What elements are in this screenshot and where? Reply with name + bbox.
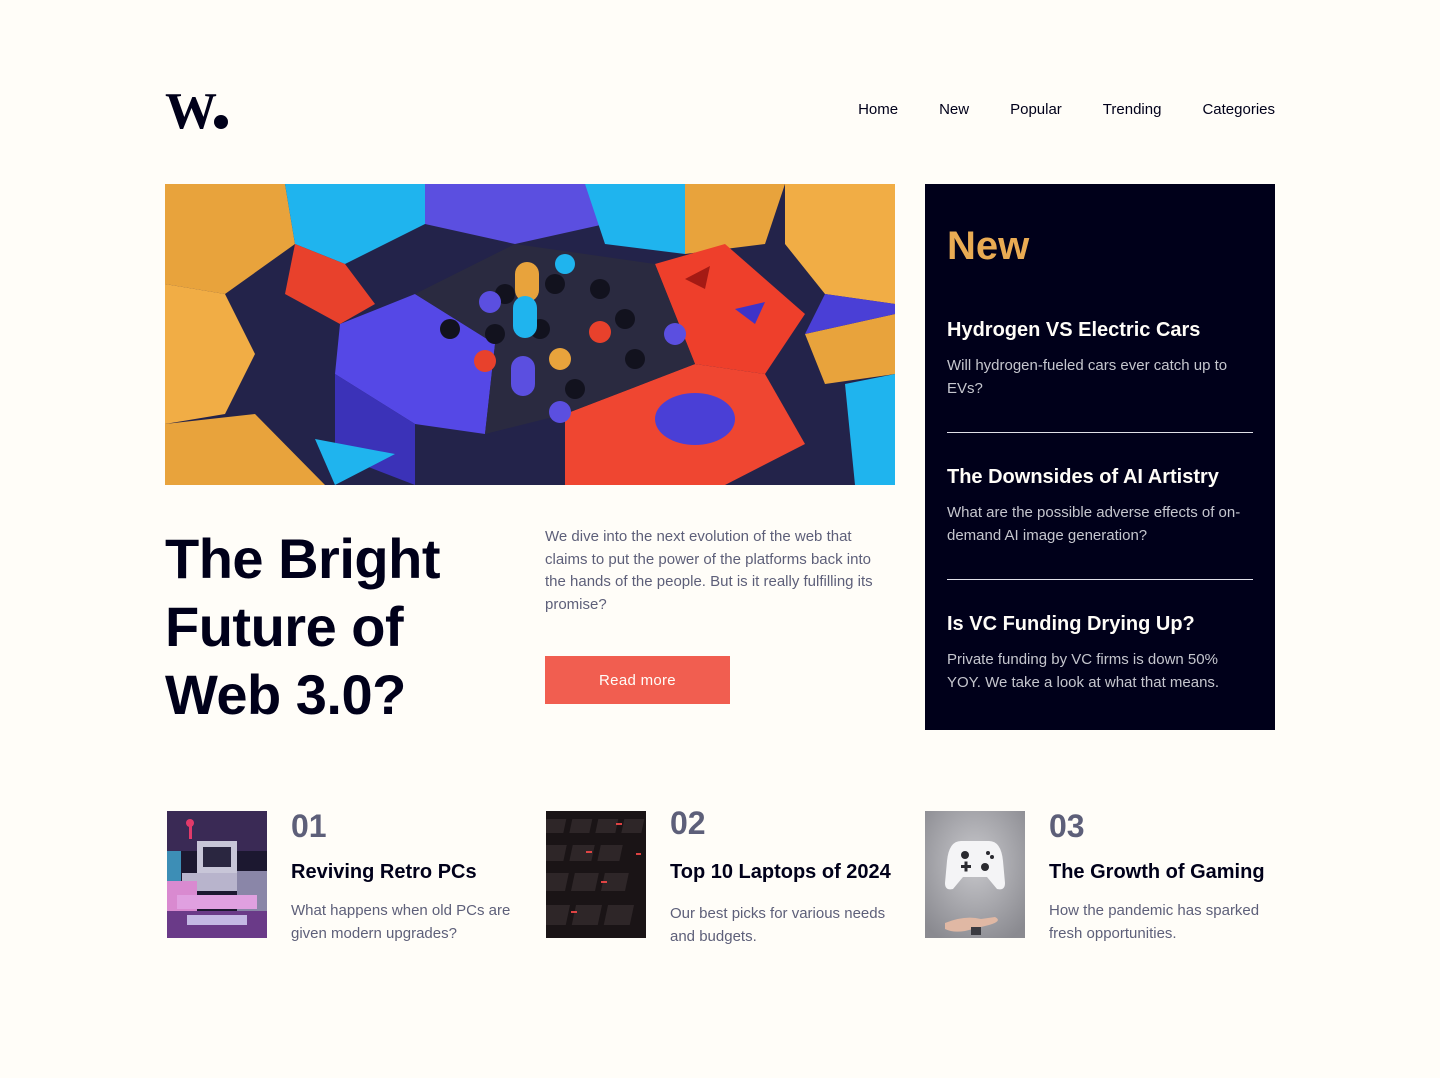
divider — [947, 579, 1253, 580]
read-more-button[interactable]: Read more — [545, 656, 730, 704]
hero-image — [165, 184, 895, 485]
divider — [947, 432, 1253, 433]
nav-categories[interactable]: Categories — [1202, 100, 1275, 120]
card-number: 01 — [291, 808, 327, 844]
card-description: How the pandemic has sparked fresh oppor… — [1049, 902, 1260, 942]
article-card[interactable]: 03 The Growth of Gaming How the pandemic… — [925, 808, 1275, 951]
new-article-description: Private funding by VC firms is down 50% … — [947, 651, 1220, 691]
article-card[interactable]: 01 Reviving Retro PCs What happens when … — [167, 808, 517, 951]
card-title[interactable]: Top 10 Laptops of 2024 — [670, 859, 910, 885]
nav-new[interactable]: New — [939, 100, 969, 120]
article-card[interactable]: 02 Top 10 Laptops of 2024 Our best picks… — [546, 805, 896, 951]
card-number: 03 — [1049, 808, 1085, 844]
nav-trending[interactable]: Trending — [1103, 100, 1162, 120]
laptop-keyboard-thumbnail[interactable] — [546, 811, 646, 938]
new-article-description: Will hydrogen-fueled cars ever catch up … — [947, 357, 1228, 397]
card-title[interactable]: Reviving Retro PCs — [291, 859, 531, 885]
new-article-item[interactable]: Is VC Funding Drying Up? Private funding… — [947, 611, 1253, 694]
nav-popular[interactable]: Popular — [1010, 100, 1062, 120]
card-description: Our best picks for various needs and bud… — [670, 905, 886, 945]
hero-description: We dive into the next evolution of the w… — [545, 528, 873, 613]
new-article-title[interactable]: Hydrogen VS Electric Cars — [947, 317, 1253, 343]
new-articles-list: Hydrogen VS Electric Cars Will hydrogen-… — [947, 317, 1253, 694]
new-article-title[interactable]: Is VC Funding Drying Up? — [947, 611, 1253, 637]
nav-home[interactable]: Home — [858, 100, 898, 120]
card-number: 02 — [670, 805, 706, 841]
card-description: What happens when old PCs are given mode… — [291, 902, 511, 942]
new-article-title[interactable]: The Downsides of AI Artistry — [947, 464, 1253, 490]
new-articles-panel: New Hydrogen VS Electric Cars Will hydro… — [925, 184, 1275, 730]
site-logo[interactable]: W — [165, 83, 231, 140]
game-controller-thumbnail[interactable] — [925, 811, 1025, 938]
card-title[interactable]: The Growth of Gaming — [1049, 859, 1289, 885]
new-article-item[interactable]: The Downsides of AI Artistry What are th… — [947, 464, 1253, 547]
svg-text:W: W — [165, 86, 217, 132]
new-panel-heading: New — [947, 224, 1030, 268]
new-article-description: What are the possible adverse effects of… — [947, 504, 1241, 544]
new-article-item[interactable]: Hydrogen VS Electric Cars Will hydrogen-… — [947, 317, 1253, 400]
main-nav: Home New Popular Trending Categories — [858, 100, 1275, 120]
hero-title: The Bright Future of Web 3.0? — [165, 527, 440, 726]
retro-pc-thumbnail[interactable] — [167, 811, 267, 938]
